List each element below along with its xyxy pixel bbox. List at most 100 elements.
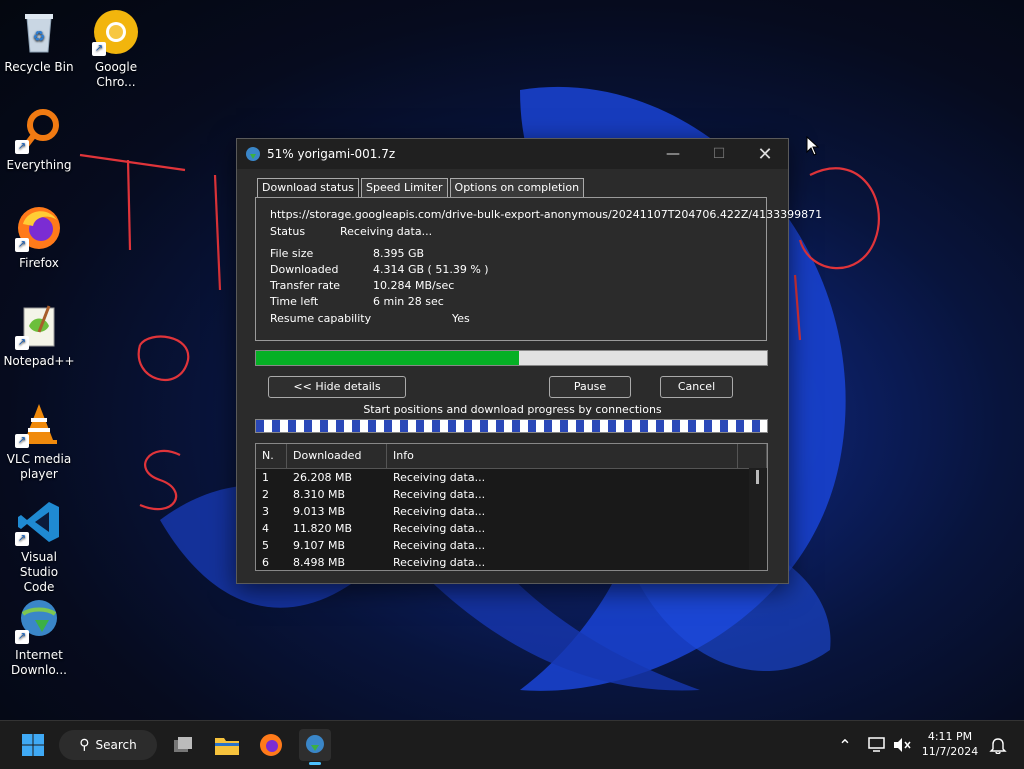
column-header-downloaded[interactable]: Downloaded: [287, 444, 387, 468]
search-icon: ⚲: [79, 737, 90, 753]
table-row[interactable]: 2 8.310 MB Receiving data...: [256, 486, 767, 503]
folder-icon: [215, 738, 239, 755]
status-label: Status: [270, 225, 306, 238]
scrollbar-thumb[interactable]: [756, 470, 759, 484]
download-progress-bar: [255, 350, 768, 366]
table-row[interactable]: 3 9.013 MB Receiving data...: [256, 503, 767, 520]
file-size-label: File size: [270, 247, 314, 260]
cell-downloaded: 8.498 MB: [293, 556, 346, 569]
cell-n: 4: [262, 522, 269, 535]
firefox-icon: [260, 734, 282, 756]
chrome-icon: ↗: [92, 8, 140, 56]
idm-small-icon: [245, 146, 261, 162]
minimize-button[interactable]: —: [650, 139, 696, 169]
taskbar-firefox[interactable]: [255, 729, 287, 761]
cell-info: Receiving data...: [393, 522, 486, 535]
table-scrollbar[interactable]: [749, 468, 767, 570]
cancel-button[interactable]: Cancel: [660, 376, 733, 398]
hide-details-button[interactable]: << Hide details: [268, 376, 406, 398]
desktop-icon-vlc[interactable]: ↗ VLC media player: [1, 400, 77, 482]
pause-button[interactable]: Pause: [549, 376, 631, 398]
dialog-title: 51% yorigami-001.7z: [267, 147, 396, 161]
table-header: N. Downloaded Info: [256, 444, 767, 469]
volume-muted-icon: [894, 738, 911, 752]
desktop-icon-firefox[interactable]: ↗ Firefox: [1, 204, 77, 271]
cell-downloaded: 8.310 MB: [293, 488, 346, 501]
download-status-panel: https://storage.googleapis.com/drive-bul…: [255, 197, 822, 341]
cell-n: 6: [262, 556, 269, 569]
everything-search-icon: ↗: [15, 106, 63, 154]
cell-info: Receiving data...: [393, 539, 486, 552]
shortcut-arrow-icon: ↗: [15, 532, 29, 546]
vscode-icon: ↗: [15, 498, 63, 546]
desktop-icon-everything[interactable]: ↗ Everything: [1, 106, 77, 173]
downloaded-value: 4.314 GB ( 51.39 % ): [373, 263, 489, 276]
status-value: Receiving data...: [340, 225, 433, 238]
desktop-icon-notepadpp[interactable]: ↗ Notepad++: [1, 302, 77, 369]
chevron-up-icon: ⌃: [838, 735, 852, 755]
active-app-indicator: [309, 762, 321, 765]
cell-info: Receiving data...: [393, 488, 486, 501]
search-label: Search: [95, 738, 137, 752]
downloaded-label: Downloaded: [270, 263, 339, 276]
task-view-button[interactable]: [167, 729, 199, 761]
vlc-icon: ↗: [15, 400, 63, 448]
resume-capability-label: Resume capability: [270, 312, 372, 325]
download-url: https://storage.googleapis.com/drive-bul…: [270, 208, 823, 221]
cell-info: Receiving data...: [393, 556, 486, 569]
mouse-cursor-icon: [806, 136, 820, 156]
svg-text:♻: ♻: [33, 29, 46, 45]
recycle-bin-icon: ♻: [15, 8, 63, 56]
notepadpp-icon: ↗: [15, 302, 63, 350]
shortcut-arrow-icon: ↗: [92, 42, 106, 56]
taskbar: ⚲ Search ⌃ 4:11 PM 11/7/2024: [0, 720, 1024, 769]
transfer-rate-label: Transfer rate: [270, 279, 341, 292]
cell-n: 1: [262, 471, 269, 484]
tab-options-on-completion[interactable]: Options on completion: [449, 178, 585, 198]
transfer-rate-value: 10.284 MB/sec: [373, 279, 455, 292]
start-button[interactable]: [17, 729, 49, 761]
bell-icon: [989, 738, 1007, 754]
desktop-icon-idm[interactable]: ↗ Internet Downlo...: [1, 596, 77, 678]
table-row[interactable]: 4 11.820 MB Receiving data...: [256, 520, 767, 537]
show-hidden-icons-button[interactable]: ⌃: [829, 729, 861, 761]
desktop-icon-chrome[interactable]: ↗ Google Chro...: [78, 8, 154, 90]
taskbar-clock[interactable]: 4:11 PM 11/7/2024: [918, 729, 982, 759]
tab-speed-limiter[interactable]: Speed Limiter: [360, 178, 448, 198]
cell-downloaded: 11.820 MB: [293, 522, 353, 535]
firefox-icon: ↗: [15, 204, 63, 252]
taskbar-idm[interactable]: [299, 729, 331, 765]
desktop-icon-vscode[interactable]: ↗ Visual Studio Code: [1, 498, 77, 595]
windows-logo-icon: [22, 734, 44, 756]
download-progress-dialog: 51% yorigami-001.7z — ☐ ✕ Download statu…: [236, 138, 822, 584]
desktop-icon-recycle-bin[interactable]: ♻ Recycle Bin: [1, 8, 77, 75]
close-button[interactable]: ✕: [742, 139, 788, 169]
cell-n: 2: [262, 488, 269, 501]
idm-icon: ↗: [15, 596, 63, 644]
dialog-titlebar[interactable]: 51% yorigami-001.7z — ☐ ✕: [237, 139, 788, 169]
column-header-n[interactable]: N.: [256, 444, 287, 468]
column-header-spacer: [738, 444, 767, 468]
file-size-value: 8.395 GB: [373, 247, 425, 260]
taskbar-search[interactable]: ⚲ Search: [59, 730, 157, 760]
shortcut-arrow-icon: ↗: [15, 630, 29, 644]
resume-capability-value: Yes: [452, 312, 470, 325]
cell-downloaded: 26.208 MB: [293, 471, 353, 484]
volume-status[interactable]: [886, 729, 918, 761]
column-header-info[interactable]: Info: [387, 444, 738, 468]
connections-table: N. Downloaded Info 1 26.208 MB Receiving…: [255, 443, 768, 571]
clock-date: 11/7/2024: [921, 745, 979, 758]
shortcut-arrow-icon: ↗: [15, 140, 29, 154]
notifications-button[interactable]: [982, 729, 1014, 761]
table-row[interactable]: 5 9.107 MB Receiving data...: [256, 537, 767, 554]
cell-info: Receiving data...: [393, 505, 486, 518]
maximize-button[interactable]: ☐: [696, 139, 742, 169]
cell-n: 5: [262, 539, 269, 552]
shortcut-arrow-icon: ↗: [15, 336, 29, 350]
time-left-value: 6 min 28 sec: [373, 295, 444, 308]
cell-downloaded: 9.013 MB: [293, 505, 346, 518]
taskbar-file-explorer[interactable]: [211, 729, 243, 761]
table-row[interactable]: 1 26.208 MB Receiving data...: [256, 469, 767, 486]
table-row[interactable]: 6 8.498 MB Receiving data...: [256, 554, 767, 570]
connections-progress-bar: [255, 419, 768, 433]
